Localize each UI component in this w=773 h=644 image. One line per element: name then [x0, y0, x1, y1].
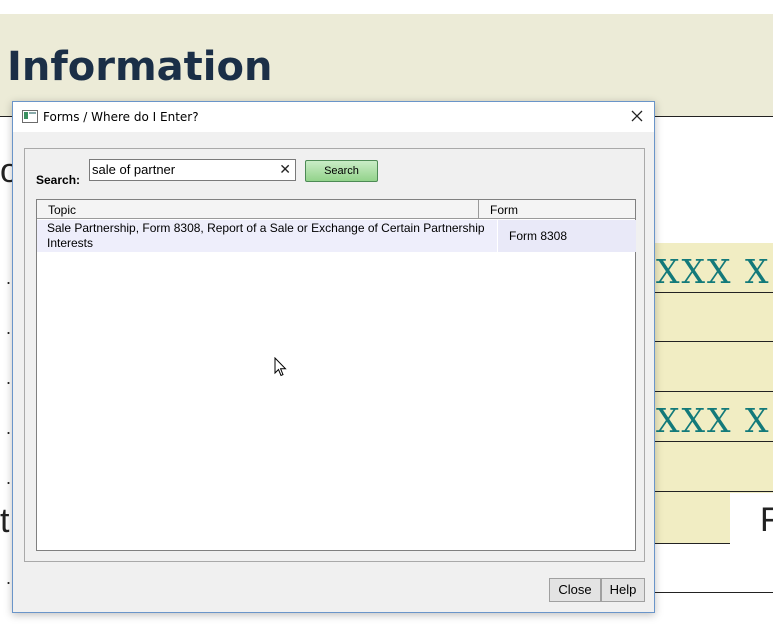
close-button[interactable]: Close: [549, 578, 601, 602]
mouse-pointer-icon: [274, 357, 287, 377]
search-input[interactable]: [92, 161, 272, 178]
divider: [652, 543, 730, 544]
masked-value: XXX X: [656, 401, 771, 440]
dialog-titlebar[interactable]: Forms / Where do I Enter?: [13, 102, 654, 132]
search-box[interactable]: ✕: [89, 159, 296, 181]
help-button[interactable]: Help: [601, 578, 645, 602]
divider: [652, 491, 773, 492]
divider: [652, 441, 773, 442]
cell-topic: Sale Partnership, Form 8308, Report of a…: [47, 221, 485, 250]
leader-dot: .: [6, 318, 12, 338]
text-fragment: t: [0, 502, 10, 540]
masked-value: XXX X: [656, 252, 771, 291]
cell-form-wrap: Form 8308: [497, 220, 636, 252]
divider: [652, 341, 773, 342]
cell-form: Form 8308: [509, 229, 568, 243]
text-fragment: F: [760, 501, 773, 539]
leader-dot: .: [6, 568, 12, 588]
window-icon: [22, 110, 38, 123]
clear-icon[interactable]: ✕: [279, 161, 291, 178]
search-button[interactable]: Search: [305, 160, 378, 182]
leader-dot: .: [6, 268, 12, 288]
search-label: Search:: [36, 173, 81, 187]
column-header-topic[interactable]: Topic: [37, 200, 479, 218]
divider: [652, 391, 773, 392]
leader-dot: .: [6, 368, 12, 388]
search-panel: Search: ✕ Search Topic Form Sale Partner…: [24, 148, 645, 562]
table-row[interactable]: Sale Partnership, Form 8308, Report of a…: [37, 220, 636, 252]
close-icon[interactable]: [628, 107, 646, 125]
results-table: Topic Form Sale Partnership, Form 8308, …: [36, 199, 636, 551]
dialog-title: Forms / Where do I Enter?: [43, 110, 199, 124]
divider: [652, 292, 773, 293]
text-fragment: o: [0, 152, 12, 190]
divider: [652, 592, 773, 593]
page-heading: Information: [7, 44, 273, 90]
leader-dot: .: [6, 468, 12, 488]
leader-dot: .: [6, 418, 12, 438]
forms-dialog: Forms / Where do I Enter? Search: ✕ Sear…: [12, 101, 655, 613]
table-header: Topic Form: [37, 200, 635, 219]
column-header-form[interactable]: Form: [479, 200, 635, 218]
